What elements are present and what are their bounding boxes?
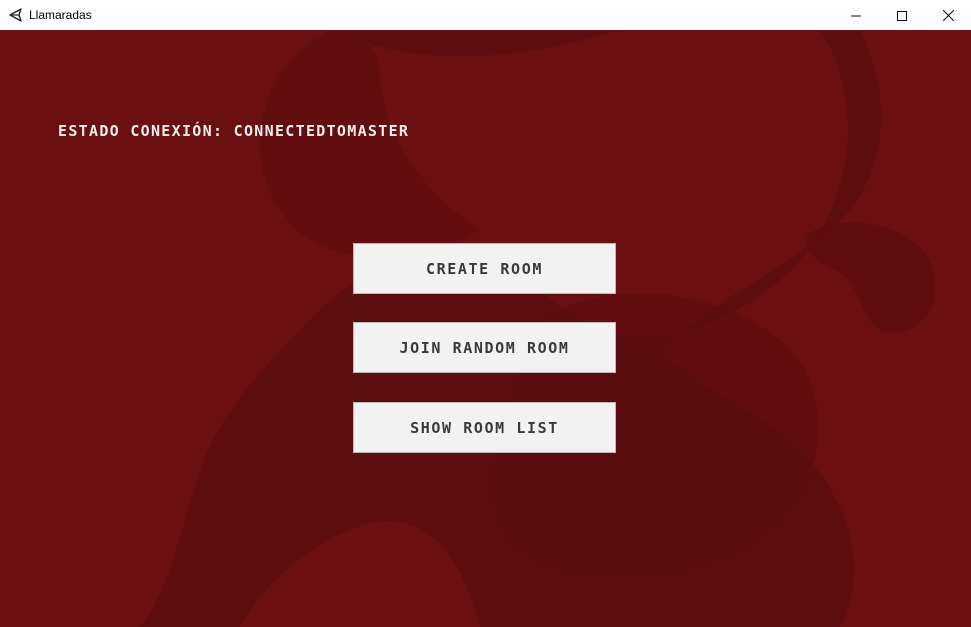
window-controls: [833, 0, 971, 30]
maximize-icon: [897, 6, 907, 25]
create-room-button[interactable]: CREATE ROOM: [353, 243, 616, 294]
window-title: Llamaradas: [29, 8, 92, 22]
join-random-room-button[interactable]: JOIN RANDOM ROOM: [353, 322, 616, 373]
show-room-list-button[interactable]: SHOW ROOM LIST: [353, 402, 616, 453]
close-icon: [942, 6, 954, 25]
game-viewport: ESTADO CONEXIóN: CONNECTEDTOMASTER CREAT…: [0, 30, 971, 627]
close-button[interactable]: [925, 0, 971, 30]
title-bar[interactable]: Llamaradas: [0, 0, 971, 30]
maximize-button[interactable]: [879, 0, 925, 30]
minimize-icon: [851, 6, 861, 25]
minimize-button[interactable]: [833, 0, 879, 30]
unity-icon: [8, 7, 24, 23]
app-window: Llamaradas ESTADO CONEXIÓN: CONNECTEDTOM…: [0, 0, 971, 627]
connection-status: ESTADO CONEXIóN: CONNECTEDTOMASTER: [58, 122, 410, 140]
